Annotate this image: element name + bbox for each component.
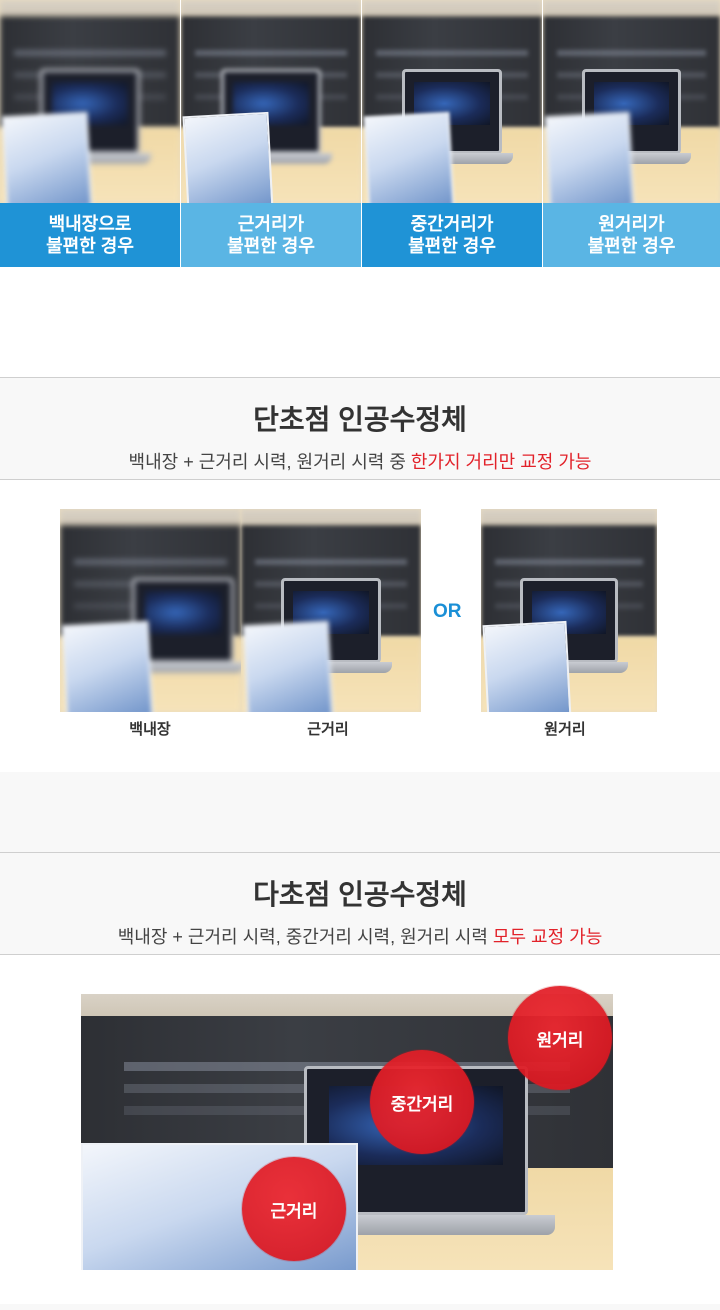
card-caption-far: 원거리가 불편한 경우 bbox=[543, 203, 720, 267]
bubble-mid: 중간거리 bbox=[370, 1050, 474, 1154]
section-spacer bbox=[0, 772, 720, 852]
monofocal-header: 단초점 인공수정체 백내장 + 근거리 시력, 원거리 시력 중 한가지 거리만… bbox=[0, 377, 720, 480]
label-far: 원거리 bbox=[544, 721, 586, 738]
card-caption-mid: 중간거리가 불편한 경우 bbox=[362, 203, 542, 267]
compare-image-cataract bbox=[60, 509, 241, 712]
monofocal-subtitle: 백내장 + 근거리 시력, 원거리 시력 중 한가지 거리만 교정 가능 bbox=[128, 452, 592, 472]
bubble-far: 원거리 bbox=[508, 986, 612, 1090]
card-image-far bbox=[543, 0, 720, 203]
card-image-cataract bbox=[0, 0, 180, 203]
monofocal-highlight: 한가지 거리만 교정 가능 bbox=[410, 452, 592, 472]
card-caption-cataract: 백내장으로 불편한 경우 bbox=[0, 203, 180, 267]
card-image-mid bbox=[362, 0, 542, 203]
multifocal-header: 다초점 인공수정체 백내장 + 근거리 시력, 중간거리 시력, 원거리 시력 … bbox=[0, 852, 720, 955]
bubble-near: 근거리 bbox=[242, 1157, 346, 1261]
multifocal-highlight: 모두 교정 가능 bbox=[492, 927, 603, 947]
label-cataract: 백내장 bbox=[129, 721, 171, 738]
label-near: 근거리 bbox=[307, 721, 349, 738]
or-label: OR bbox=[433, 601, 462, 622]
multifocal-subtitle: 백내장 + 근거리 시력, 중간거리 시력, 원거리 시력 모두 교정 가능 bbox=[117, 927, 603, 947]
card-caption-near: 근거리가 불편한 경우 bbox=[181, 203, 361, 267]
bottom-band bbox=[0, 1304, 720, 1310]
compare-image-near bbox=[241, 509, 421, 712]
multifocal-title: 다초점 인공수정체 bbox=[253, 879, 467, 910]
monofocal-title: 단초점 인공수정체 bbox=[253, 404, 467, 435]
compare-image-far bbox=[481, 509, 657, 712]
card-image-near bbox=[181, 0, 361, 203]
